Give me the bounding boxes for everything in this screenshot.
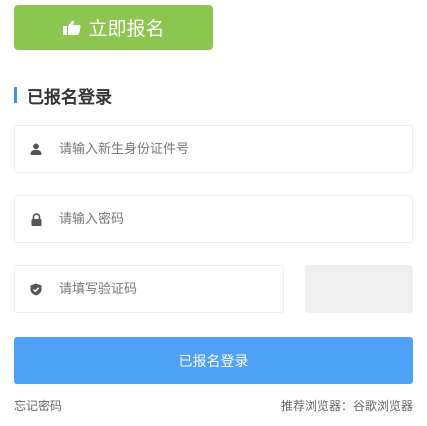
id-number-input[interactable] (57, 125, 412, 173)
captcha-field[interactable] (14, 265, 284, 313)
login-button[interactable]: 已报名登录 (14, 337, 413, 384)
register-now-button[interactable]: 立即报名 (14, 5, 213, 50)
browser-recommendation: 推荐浏览器：谷歌浏览器 (280, 399, 413, 413)
shield-icon (29, 282, 43, 296)
register-now-label: 立即报名 (88, 18, 165, 40)
login-section-title: 已报名登录 (27, 87, 112, 108)
captcha-input[interactable] (57, 265, 283, 313)
lock-icon (29, 212, 43, 226)
captcha-image[interactable] (305, 265, 413, 313)
id-number-field[interactable] (14, 125, 413, 173)
registration-login-panel: 立即报名 已报名登录 已 (0, 0, 427, 426)
section-accent-bar (14, 87, 17, 103)
password-field[interactable] (14, 195, 413, 243)
forgot-password-link[interactable]: 忘记密码 (14, 397, 62, 414)
user-icon (29, 142, 43, 156)
thumbs-up-icon (62, 18, 82, 38)
login-section-header: 已报名登录 (14, 84, 112, 108)
password-input[interactable] (57, 195, 412, 243)
